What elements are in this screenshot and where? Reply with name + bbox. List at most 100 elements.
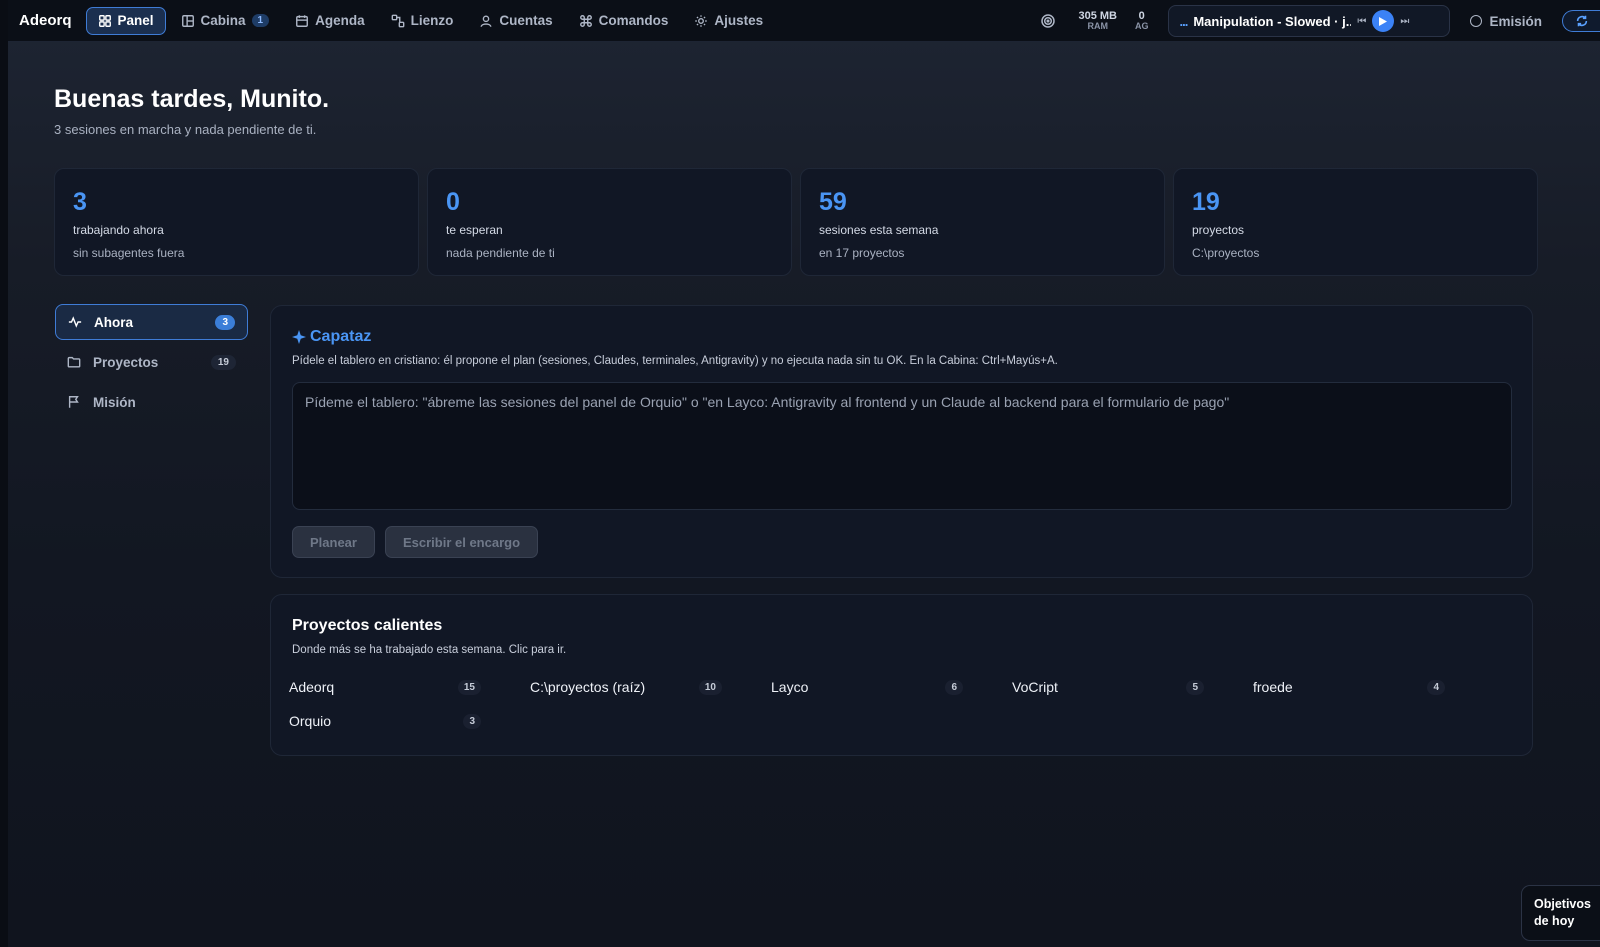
user-icon <box>480 14 492 27</box>
stat-value: 3 <box>73 188 87 216</box>
nav-label: Ajustes <box>714 13 764 28</box>
ag-value: 0 <box>1138 10 1145 22</box>
hot-projects-title: Proyectos calientes <box>292 617 443 634</box>
app-brand[interactable]: Adeorq <box>19 12 72 29</box>
capataz-panel: Capataz Pídele el tablero en cristiano: … <box>270 305 1533 578</box>
ag-count: 0 AG <box>1134 10 1149 32</box>
objetivos-widget[interactable]: Objetivos de hoy <box>1521 885 1600 941</box>
layout-icon <box>181 14 194 27</box>
stat-label: proyectos <box>1192 223 1245 237</box>
calendar-icon <box>296 14 309 27</box>
hot-project-item[interactable]: Adeorq 15 <box>271 675 499 699</box>
sidebar-item-ahora[interactable]: Ahora 3 <box>55 304 248 340</box>
capataz-input[interactable] <box>292 382 1512 510</box>
sun-icon <box>695 14 708 27</box>
stat-card-projects: 19 proyectos C:\proyectos <box>1173 168 1538 276</box>
sidebar-item-label: Proyectos <box>93 354 159 370</box>
sidebar-item-badge: 19 <box>210 354 236 370</box>
project-name: froede <box>1253 679 1293 695</box>
sparkle-icon <box>292 330 306 344</box>
write-order-button[interactable]: Escribir el encargo <box>385 526 538 558</box>
nav-label: Cabina <box>200 13 246 28</box>
ram-label: RAM <box>1087 21 1108 31</box>
grid-icon <box>98 14 111 27</box>
page-subtitle: 3 sesiones en marcha y nada pendiente de… <box>54 122 317 137</box>
ram-usage: 305 MB RAM <box>1078 10 1117 32</box>
emision-toggle[interactable]: Emisión <box>1470 14 1542 29</box>
nav-ajustes[interactable]: Ajustes <box>683 7 774 35</box>
command-icon <box>579 14 592 27</box>
project-name: Adeorq <box>289 679 335 695</box>
activity-icon <box>68 316 82 328</box>
nav-label: Lienzo <box>410 13 454 28</box>
project-count: 5 <box>1186 679 1204 695</box>
nav-cabina[interactable]: Cabina 1 <box>170 7 281 35</box>
app-window: Adeorq Panel Cabina 1 Agenda Lienzo Cuen… <box>8 0 1600 947</box>
sidebar-item-badge: 3 <box>215 314 235 330</box>
stat-card-working: 3 trabajando ahora sin subagentes fuera <box>54 168 419 276</box>
hot-project-item[interactable]: Layco 6 <box>753 675 981 699</box>
nav-lienzo[interactable]: Lienzo <box>380 7 465 35</box>
stat-sub: C:\proyectos <box>1192 246 1260 260</box>
project-count: 10 <box>698 679 722 695</box>
ram-value: 305 MB <box>1078 10 1117 22</box>
nav-panel[interactable]: Panel <box>85 6 166 35</box>
top-right-controls: 305 MB RAM 0 AG ... Manipulation - Slowe… <box>1040 0 1600 42</box>
nav-comandos[interactable]: Comandos <box>568 7 680 35</box>
hot-projects-panel: Proyectos calientes Donde más se ha trab… <box>270 594 1533 756</box>
sidebar-item-label: Ahora <box>94 314 134 330</box>
capataz-description: Pídele el tablero en cristiano: él propo… <box>292 355 1058 367</box>
main-nav: Panel Cabina 1 Agenda Lienzo Cuentas Com… <box>85 6 775 35</box>
nav-agenda[interactable]: Agenda <box>284 7 376 35</box>
next-icon[interactable]: ⏭ <box>1400 16 1409 27</box>
emision-label: Emisión <box>1489 13 1542 29</box>
nav-label: Panel <box>117 13 154 28</box>
stat-value: 59 <box>819 188 847 216</box>
hot-project-item[interactable]: C:\proyectos (raíz) 10 <box>512 675 740 699</box>
previous-icon[interactable]: ⏮ <box>1357 16 1366 27</box>
project-name: C:\proyectos (raíz) <box>530 679 646 695</box>
project-name: Orquio <box>289 713 332 729</box>
project-count: 4 <box>1427 679 1445 695</box>
nav-label: Cuentas <box>499 13 553 28</box>
nav-label: Comandos <box>598 13 669 28</box>
stat-value: 0 <box>446 188 460 216</box>
project-count: 3 <box>463 713 481 729</box>
plan-button[interactable]: Planear <box>292 526 375 558</box>
hot-projects-description: Donde más se ha trabajado esta semana. C… <box>292 644 567 656</box>
project-count: 15 <box>457 679 481 695</box>
project-name: VoCript <box>1012 679 1058 695</box>
flag-icon <box>68 396 79 408</box>
sidebar-item-mision[interactable]: Misión <box>55 384 248 420</box>
play-button[interactable] <box>1372 10 1395 32</box>
stat-sub: nada pendiente de ti <box>446 246 555 260</box>
stat-card-waiting: 0 te esperan nada pendiente de ti <box>427 168 792 276</box>
top-bar: Adeorq Panel Cabina 1 Agenda Lienzo Cuen… <box>8 0 1600 42</box>
sidebar-item-proyectos[interactable]: Proyectos 19 <box>55 344 248 380</box>
target-icon[interactable] <box>1040 13 1056 29</box>
sync-button[interactable] <box>1562 10 1600 32</box>
project-count: 6 <box>945 679 963 695</box>
nav-badge: 1 <box>251 14 270 27</box>
nav-label: Agenda <box>315 13 365 28</box>
capataz-title-text: Capataz <box>310 328 372 345</box>
page-title: Buenas tardes, Munito. <box>54 85 330 113</box>
sidebar-item-label: Misión <box>93 394 136 410</box>
stat-label: te esperan <box>446 223 503 237</box>
stat-sub: en 17 proyectos <box>819 246 905 260</box>
hot-project-item[interactable]: VoCript 5 <box>994 675 1222 699</box>
stat-sub: sin subagentes fuera <box>73 246 185 260</box>
nodes-icon <box>391 14 405 27</box>
player-track[interactable]: Manipulation - Slowed · j... <box>1193 14 1351 29</box>
folder-icon <box>67 356 81 368</box>
circle-icon <box>1470 15 1483 27</box>
nav-cuentas[interactable]: Cuentas <box>468 7 563 35</box>
ag-label: AG <box>1134 21 1149 31</box>
window-edge <box>0 0 8 947</box>
music-player[interactable]: ... Manipulation - Slowed · j... ⏮ ⏭ <box>1168 5 1451 37</box>
hot-project-item[interactable]: froede 4 <box>1235 675 1463 699</box>
sync-icon <box>1576 15 1587 27</box>
stat-label: sesiones esta semana <box>819 223 939 237</box>
hot-project-item[interactable]: Orquio 3 <box>271 709 499 733</box>
stat-label: trabajando ahora <box>73 223 164 237</box>
